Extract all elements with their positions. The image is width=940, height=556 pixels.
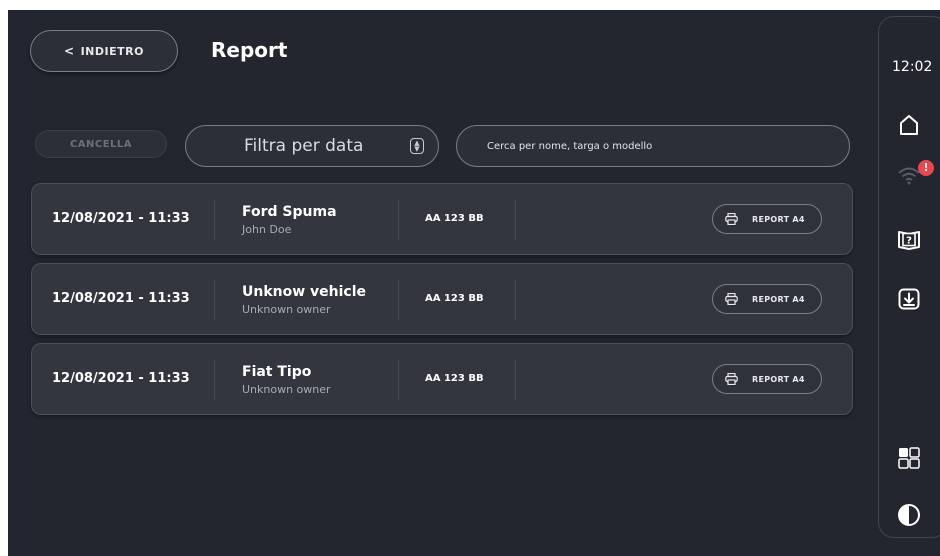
back-button[interactable]: < INDIETRO [30, 30, 178, 72]
report-datetime: 12/08/2021 - 11:33 [52, 371, 190, 386]
apps-grid-icon[interactable] [897, 446, 921, 470]
report-row: 12/08/2021 - 11:33 Ford Spuma John Doe A… [31, 183, 853, 255]
column-divider [398, 360, 399, 400]
download-icon[interactable] [897, 287, 921, 311]
column-divider [398, 200, 399, 240]
license-plate: AA 123 BB [425, 213, 484, 224]
owner-name: John Doe [242, 223, 292, 236]
vehicle-name: Fiat Tipo [242, 364, 312, 380]
column-divider [515, 360, 516, 400]
report-a4-button[interactable]: REPORT A4 [712, 284, 822, 314]
report-screen: < INDIETRO Report CANCELLA Filtra per da… [8, 10, 940, 556]
date-filter-select[interactable]: Filtra per data ▲ ▼ [185, 125, 439, 167]
column-divider [515, 280, 516, 320]
theme-contrast-icon[interactable] [897, 503, 921, 527]
license-plate: AA 123 BB [425, 373, 484, 384]
report-a4-button[interactable]: REPORT A4 [712, 204, 822, 234]
date-filter-label: Filtra per data [244, 136, 364, 156]
report-datetime: 12/08/2021 - 11:33 [52, 291, 190, 306]
chevron-up-down-icon: ▲ ▼ [410, 138, 424, 154]
svg-text:?: ? [906, 236, 912, 247]
cancel-button[interactable]: CANCELLA [35, 130, 167, 158]
column-divider [214, 280, 215, 320]
column-divider [214, 200, 215, 240]
owner-name: Unknown owner [242, 383, 331, 396]
chevron-left-icon: < [64, 44, 75, 58]
page-title: Report [211, 38, 288, 62]
report-a4-button[interactable]: REPORT A4 [712, 364, 822, 394]
report-row: 12/08/2021 - 11:33 Fiat Tipo Unknown own… [31, 343, 853, 415]
back-button-label: INDIETRO [80, 44, 144, 58]
column-divider [398, 280, 399, 320]
printer-icon [725, 293, 738, 305]
help-book-icon[interactable]: ? [897, 227, 921, 251]
home-icon[interactable] [897, 113, 921, 137]
report-row: 12/08/2021 - 11:33 Unknow vehicle Unknow… [31, 263, 853, 335]
printer-icon [725, 213, 738, 225]
vehicle-name: Ford Spuma [242, 204, 337, 220]
printer-icon [725, 373, 738, 385]
report-a4-label: REPORT A4 [752, 294, 805, 304]
clock: 12:02 [892, 59, 933, 75]
column-divider [214, 360, 215, 400]
column-divider [515, 200, 516, 240]
owner-name: Unknown owner [242, 303, 331, 316]
report-a4-label: REPORT A4 [752, 214, 805, 224]
vehicle-name: Unknow vehicle [242, 284, 367, 300]
license-plate: AA 123 BB [425, 293, 484, 304]
report-a4-label: REPORT A4 [752, 374, 805, 384]
report-datetime: 12/08/2021 - 11:33 [52, 211, 190, 226]
search-input[interactable] [456, 125, 850, 167]
alert-badge: ! [918, 160, 934, 176]
